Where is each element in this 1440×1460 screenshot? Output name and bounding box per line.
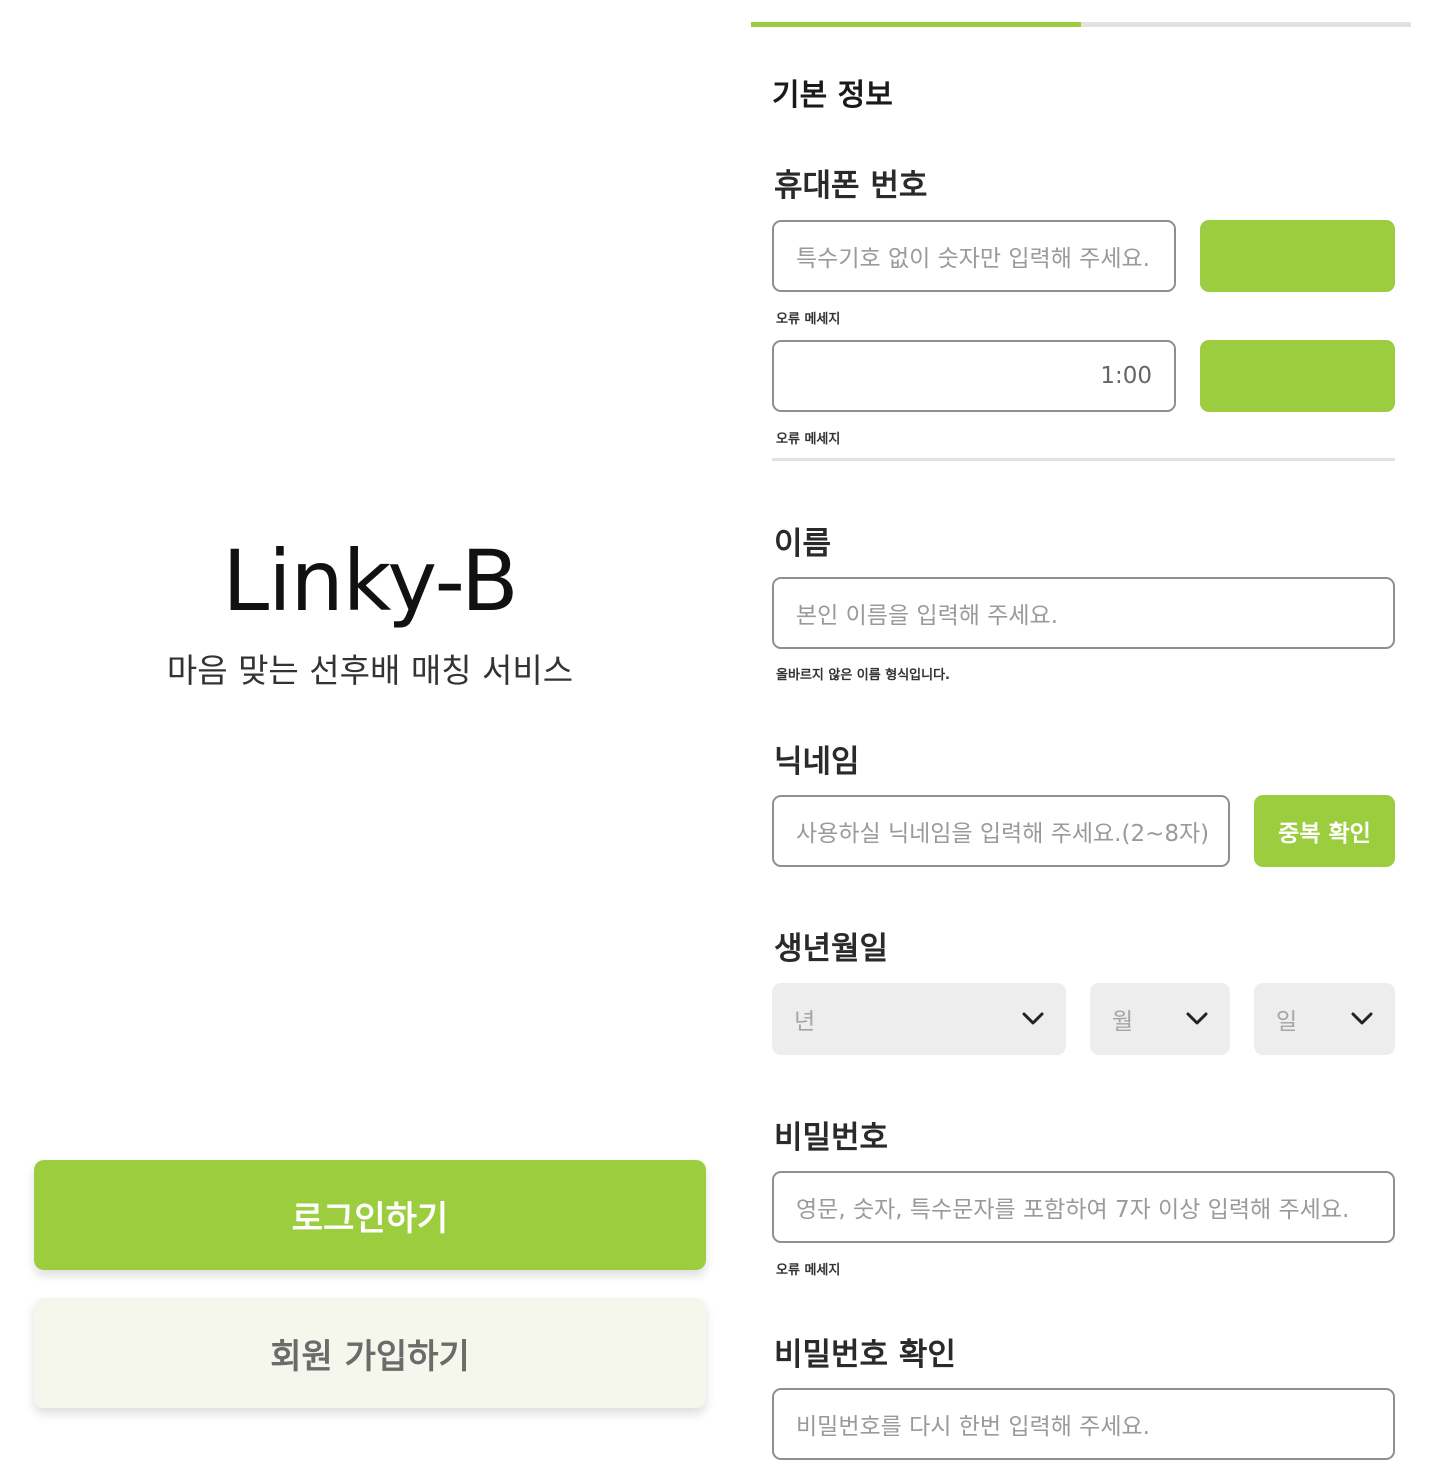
verification-code-input[interactable]: 1:00 (772, 340, 1176, 412)
signup-form: 기본 정보 휴대폰 번호 특수기호 없이 숫자만 입력해 주세요. 오류 메세지… (740, 0, 1440, 1460)
password-error-message: 오류 메세지 (776, 1263, 841, 1278)
phone-input[interactable]: 특수기호 없이 숫자만 입력해 주세요. (772, 220, 1176, 292)
nickname-input[interactable]: 사용하실 닉네임을 입력해 주세요.(2~8자) (772, 795, 1230, 867)
nickname-label: 닉네임 (774, 744, 860, 780)
send-code-button[interactable] (1200, 220, 1395, 292)
countdown-timer: 1:00 (1100, 363, 1152, 389)
birth-month-select[interactable]: 월 (1090, 983, 1230, 1055)
birth-day-value: 일 (1276, 1009, 1298, 1035)
name-label: 이름 (774, 526, 832, 562)
app-tagline: 마음 맞는 선후배 매칭 서비스 (166, 651, 574, 690)
landing-screen: Linky-B 마음 맞는 선후배 매칭 서비스 로그인하기 회원 가입하기 (0, 0, 740, 1440)
app-logo: Linky-B (222, 532, 518, 630)
phone-label: 휴대폰 번호 (774, 168, 928, 204)
phone-error-message: 오류 메세지 (776, 312, 841, 327)
progress-fill (751, 22, 1081, 27)
verify-code-button[interactable] (1200, 340, 1395, 412)
section-title: 기본 정보 (772, 78, 893, 113)
password-label: 비밀번호 (774, 1120, 889, 1156)
chevron-down-icon (1186, 1007, 1210, 1031)
password-input[interactable]: 영문, 숫자, 특수문자를 포함하여 7자 이상 입력해 주세요. (772, 1171, 1395, 1243)
section-divider (772, 458, 1395, 461)
name-input[interactable]: 본인 이름을 입력해 주세요. (772, 577, 1395, 649)
code-error-message: 오류 메세지 (776, 432, 841, 447)
duplicate-check-button[interactable]: 중복 확인 (1254, 795, 1395, 867)
signup-button[interactable]: 회원 가입하기 (34, 1298, 706, 1408)
chevron-down-icon (1022, 1007, 1046, 1031)
password-confirm-input[interactable]: 비밀번호를 다시 한번 입력해 주세요. (772, 1388, 1395, 1460)
birth-year-value: 년 (794, 1009, 816, 1035)
login-button[interactable]: 로그인하기 (34, 1160, 706, 1270)
name-error-message: 올바르지 않은 이름 형식입니다. (776, 668, 950, 683)
birth-year-select[interactable]: 년 (772, 983, 1066, 1055)
birth-day-select[interactable]: 일 (1254, 983, 1395, 1055)
password-confirm-label: 비밀번호 확인 (774, 1337, 956, 1373)
birthdate-label: 생년월일 (774, 931, 889, 967)
birth-month-value: 월 (1112, 1009, 1134, 1035)
chevron-down-icon (1351, 1007, 1375, 1031)
